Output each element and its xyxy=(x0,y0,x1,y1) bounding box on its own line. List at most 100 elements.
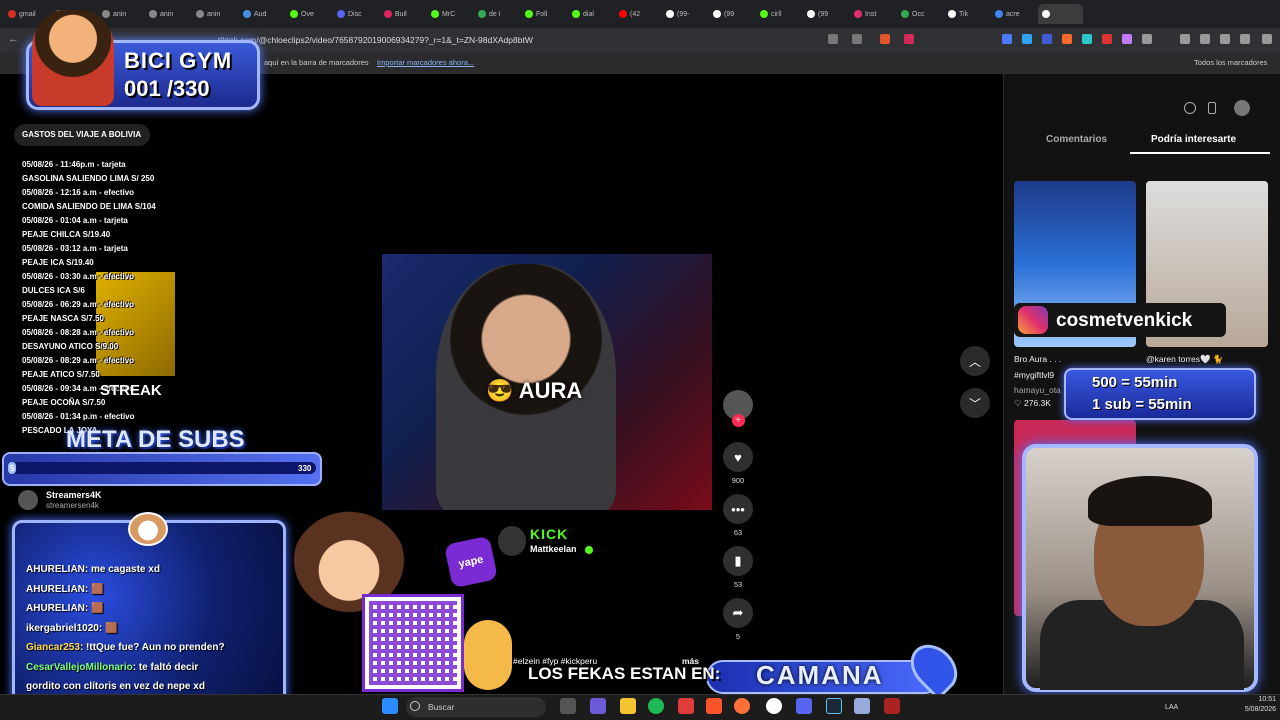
share-button[interactable]: ➦ 5 xyxy=(723,598,753,641)
subs-goal-track xyxy=(8,462,316,474)
save-button[interactable]: ▮ 53 xyxy=(723,546,753,589)
brave-rewards-icon[interactable] xyxy=(904,34,914,44)
browser-tab[interactable]: Buil xyxy=(380,4,425,24)
app-icon-blue[interactable] xyxy=(854,698,870,714)
tab-label: Disc xyxy=(348,10,362,18)
previous-video-button[interactable]: ︿ xyxy=(960,346,990,376)
browser-tab[interactable]: Ove xyxy=(286,4,331,24)
steam-icon[interactable] xyxy=(826,698,842,714)
brave-shield-icon[interactable] xyxy=(880,34,890,44)
extension-icon-4[interactable] xyxy=(1062,34,1072,44)
tab-favicon-icon xyxy=(807,10,815,18)
video1-hashtag[interactable]: #mygiftlvl9 xyxy=(1014,370,1054,380)
browser-tab[interactable]: cirll xyxy=(756,4,801,24)
app-icon-dark-red[interactable] xyxy=(884,698,900,714)
next-video-button[interactable]: ﹀ xyxy=(960,388,990,418)
instagram-handle: cosmetvenkick xyxy=(1056,310,1193,331)
vpn-icon[interactable] xyxy=(1240,34,1250,44)
extension-icon-2[interactable] xyxy=(1022,34,1032,44)
tab-label: Ove xyxy=(301,10,314,18)
file-explorer-icon[interactable] xyxy=(620,698,636,714)
browser-tab[interactable]: Aud xyxy=(239,4,284,24)
browser-tab[interactable]: Tik xyxy=(944,4,989,24)
account-avatar[interactable] xyxy=(18,490,38,510)
follow-plus-icon[interactable]: + xyxy=(731,414,745,427)
bookmark-hint: aquí en la barra de marcadores xyxy=(264,58,369,67)
location-name: CAMANA xyxy=(756,660,884,690)
hamster-mascot xyxy=(128,512,168,546)
comment-button[interactable]: ••• 63 xyxy=(723,494,753,537)
copilot-icon[interactable] xyxy=(590,698,606,714)
chat-text: 🟫 xyxy=(91,583,104,595)
extension-icon-7[interactable] xyxy=(1122,34,1132,44)
obs-icon[interactable] xyxy=(766,698,782,714)
browser-tab[interactable]: MrC xyxy=(427,4,472,24)
browser-tab[interactable]: anin xyxy=(145,4,190,24)
puzzle-icon[interactable] xyxy=(1142,34,1152,44)
browser-tab[interactable]: acre xyxy=(991,4,1036,24)
browser-tab[interactable]: Occ xyxy=(897,4,942,24)
bookmark-icon: ▮ xyxy=(723,546,753,576)
cast-icon[interactable] xyxy=(852,34,862,44)
account-name[interactable]: Streamers4K xyxy=(46,490,102,500)
extension-icon-5[interactable] xyxy=(1082,34,1092,44)
firefox-icon[interactable] xyxy=(734,698,750,714)
wallet-icon[interactable] xyxy=(1200,34,1210,44)
leo-icon[interactable] xyxy=(1220,34,1230,44)
tab-favicon-icon xyxy=(290,10,298,18)
tab-label: (99 xyxy=(818,10,829,18)
discord-icon[interactable] xyxy=(796,698,812,714)
tab-comments[interactable]: Comentarios xyxy=(1046,134,1107,145)
browser-tab[interactable]: (99- xyxy=(662,4,707,24)
brave-icon[interactable] xyxy=(706,698,722,714)
app-icon-red[interactable] xyxy=(678,698,694,714)
expense-line: PEAJE ICA S/19.40 xyxy=(22,258,94,267)
windows-start-icon[interactable] xyxy=(382,698,398,714)
tab-label: anin xyxy=(160,10,174,18)
browser-tab[interactable]: dial xyxy=(568,4,613,24)
webcam-hair xyxy=(1088,476,1212,526)
browser-tab[interactable]: Disc xyxy=(333,4,378,24)
task-view-icon[interactable] xyxy=(560,698,576,714)
like-button[interactable]: ♥ 900 xyxy=(723,442,753,485)
profile-avatar[interactable] xyxy=(1234,100,1250,116)
menu-icon[interactable] xyxy=(1262,34,1272,44)
browser-tab[interactable]: anin xyxy=(192,4,237,24)
browser-tab[interactable]: (99 xyxy=(709,4,754,24)
author-avatar-button[interactable]: + xyxy=(723,390,753,427)
import-bookmarks-link[interactable]: Importar marcadores ahora... xyxy=(377,58,474,67)
language-indicator[interactable]: LAA xyxy=(1165,704,1178,711)
tab-label: Foll xyxy=(536,10,548,18)
tab-favicon-icon xyxy=(760,10,768,18)
spotify-icon[interactable] xyxy=(648,698,664,714)
extension-icon-3[interactable] xyxy=(1042,34,1052,44)
video2-title[interactable]: @karen torres🤍 🐈 xyxy=(1146,354,1224,365)
translate-icon[interactable] xyxy=(828,34,838,44)
sidebar-icon[interactable] xyxy=(1180,34,1190,44)
browser-tab[interactable]: Inst xyxy=(850,4,895,24)
taskbar-search[interactable]: Buscar xyxy=(406,697,546,717)
video1-like-count: 276.3K xyxy=(1023,398,1051,408)
tab-label: cirll xyxy=(771,10,782,18)
extension-icon-1[interactable] xyxy=(1002,34,1012,44)
browser-tab[interactable]: de I xyxy=(474,4,519,24)
browser-tab[interactable]: (99 xyxy=(803,4,848,24)
tab-you-may-like[interactable]: Podría interesarte xyxy=(1151,134,1236,145)
url-field[interactable]: tiktok.com/@chloeclips2/video/7658792019… xyxy=(218,31,818,49)
browser-tab[interactable] xyxy=(1038,4,1083,24)
tab-favicon-icon xyxy=(149,10,157,18)
browser-tab[interactable]: (42 xyxy=(615,4,660,24)
device-icon[interactable] xyxy=(1208,102,1216,114)
all-bookmarks-button[interactable]: Todos los marcadores xyxy=(1194,58,1267,67)
back-icon[interactable]: ← xyxy=(8,33,19,45)
video1-title[interactable]: Bro Aura . . . xyxy=(1014,354,1061,364)
expense-line: 05/08/26 - 08:29 a.m - efectivo xyxy=(22,356,135,365)
browser-tab[interactable]: Foll xyxy=(521,4,566,24)
extension-icon-6[interactable] xyxy=(1102,34,1112,44)
video1-author[interactable]: hamayu_ota xyxy=(1014,385,1061,395)
settings-icon[interactable] xyxy=(1184,102,1196,114)
expense-line: DESAYUNO ATICO S/9.00 xyxy=(22,342,119,351)
tab-label: Inst xyxy=(865,10,877,18)
system-clock[interactable]: 10:51 5/08/2026 xyxy=(1228,695,1276,715)
expense-line: GASOLINA SALIENDO LIMA S/ 250 xyxy=(22,174,155,183)
